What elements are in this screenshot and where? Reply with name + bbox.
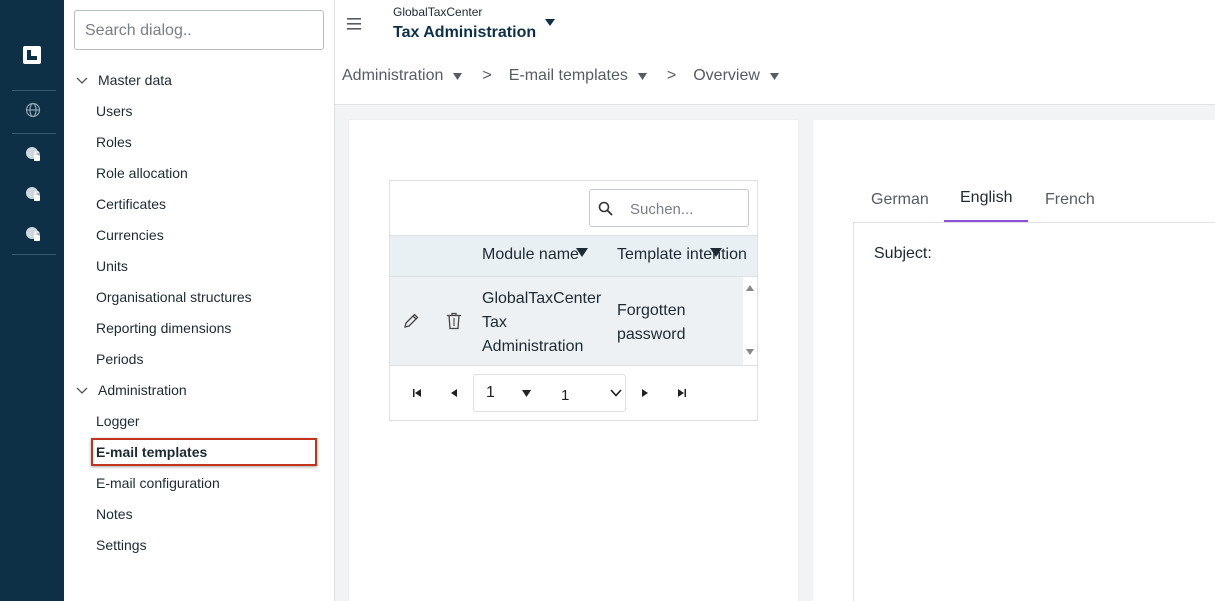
trash-icon[interactable] bbox=[446, 312, 462, 330]
top-bar: GlobalTaxCenter Tax Administration Admin… bbox=[335, 0, 1215, 105]
tree-item-users[interactable]: Users bbox=[96, 103, 133, 119]
caret-down-icon[interactable] bbox=[522, 390, 531, 397]
scroll-up-icon[interactable] bbox=[746, 285, 754, 291]
rail-divider bbox=[12, 133, 56, 134]
cell-template-intention: Forgotten password bbox=[617, 302, 686, 343]
tab-german[interactable]: German bbox=[871, 191, 929, 209]
tree-item-email-templates[interactable]: E-mail templates bbox=[96, 444, 207, 460]
chevron-down-icon bbox=[76, 77, 88, 84]
tree-item-logger[interactable]: Logger bbox=[96, 413, 140, 429]
scroll-down-icon[interactable] bbox=[746, 349, 754, 355]
tree-group-master-data[interactable]: Master data bbox=[74, 72, 172, 88]
filter-icon[interactable] bbox=[576, 248, 588, 257]
cell-module-name: GlobalTaxCenter Tax Administration bbox=[482, 290, 602, 355]
locked-globe-icon[interactable] bbox=[24, 185, 42, 203]
column-header-template-intention[interactable]: Template intention bbox=[617, 246, 747, 264]
breadcrumb-separator: > bbox=[666, 67, 677, 84]
last-page-icon[interactable] bbox=[677, 388, 687, 398]
templates-panel: Suchen... Module name Template intention… bbox=[349, 120, 798, 601]
tree-item-reporting-dimensions[interactable]: Reporting dimensions bbox=[96, 320, 231, 336]
app-rail bbox=[0, 0, 64, 601]
grid-pager: 1 1 bbox=[390, 365, 757, 420]
globe-icon[interactable] bbox=[24, 101, 42, 119]
template-editor-panel: German English French Subject: bbox=[813, 120, 1215, 601]
tree-item-units[interactable]: Units bbox=[96, 258, 128, 274]
search-icon bbox=[598, 201, 613, 216]
grid-header: Module name Template intention bbox=[390, 235, 757, 277]
caret-down-icon[interactable] bbox=[769, 72, 779, 80]
tab-english[interactable]: English bbox=[960, 189, 1012, 207]
first-page-icon[interactable] bbox=[412, 388, 422, 398]
caret-down-icon[interactable] bbox=[453, 72, 463, 80]
app-title[interactable]: Tax Administration bbox=[393, 24, 536, 42]
rail-divider bbox=[12, 254, 56, 255]
chevron-down-icon bbox=[76, 387, 88, 394]
previous-page-icon[interactable] bbox=[449, 388, 459, 398]
page-selector[interactable]: 1 1 bbox=[473, 374, 626, 412]
chevron-down-icon[interactable] bbox=[610, 389, 622, 397]
breadcrumb-separator: > bbox=[482, 67, 492, 84]
tree-item-email-configuration[interactable]: E-mail configuration bbox=[96, 475, 220, 491]
dialog-search-input[interactable]: Search dialog.. bbox=[74, 10, 324, 50]
breadcrumb-email-templates[interactable]: E-mail templates bbox=[509, 67, 628, 85]
filter-icon[interactable] bbox=[710, 248, 722, 257]
pencil-icon[interactable] bbox=[402, 312, 420, 330]
column-header-module-name[interactable]: Module name bbox=[482, 246, 579, 264]
tree-item-settings[interactable]: Settings bbox=[96, 537, 147, 553]
active-tab-indicator bbox=[944, 220, 1028, 222]
subject-label: Subject: bbox=[874, 245, 932, 262]
editor-area: Subject: bbox=[853, 223, 1215, 601]
app-logo-icon[interactable] bbox=[22, 45, 42, 65]
locked-globe-icon[interactable] bbox=[24, 225, 42, 243]
tree-group-administration[interactable]: Administration bbox=[74, 382, 187, 398]
rail-divider bbox=[12, 90, 56, 91]
tab-french[interactable]: French bbox=[1045, 191, 1095, 209]
tree-item-role-allocation[interactable]: Role allocation bbox=[96, 165, 188, 181]
tree-item-certificates[interactable]: Certificates bbox=[96, 196, 166, 212]
vertical-scrollbar[interactable] bbox=[743, 277, 757, 365]
tree-item-currencies[interactable]: Currencies bbox=[96, 227, 164, 243]
locked-globe-icon[interactable] bbox=[24, 145, 42, 163]
total-pages: 1 bbox=[561, 387, 570, 404]
navigation-tree: Search dialog.. Master data Users Roles … bbox=[64, 0, 335, 601]
tree-group-label: Administration bbox=[98, 382, 187, 398]
caret-down-icon[interactable] bbox=[545, 19, 555, 27]
breadcrumb: Administration > E-mail templates > Over… bbox=[342, 67, 799, 85]
grid-search-input[interactable]: Suchen... bbox=[589, 189, 749, 227]
tree-group-label: Master data bbox=[98, 72, 172, 88]
hamburger-menu-icon[interactable] bbox=[347, 17, 361, 31]
breadcrumb-overview[interactable]: Overview bbox=[693, 67, 760, 85]
table-row[interactable]: GlobalTaxCenter Tax Administration Forgo… bbox=[390, 277, 743, 365]
tree-item-roles[interactable]: Roles bbox=[96, 134, 132, 150]
tree-item-organisational-structures[interactable]: Organisational structures bbox=[96, 289, 252, 305]
grid-search-placeholder: Suchen... bbox=[630, 201, 694, 218]
language-tabs: German English French bbox=[853, 182, 1215, 223]
next-page-icon[interactable] bbox=[640, 388, 650, 398]
tree-item-notes[interactable]: Notes bbox=[96, 506, 133, 522]
app-subtitle: GlobalTaxCenter bbox=[393, 5, 483, 19]
tree-item-periods[interactable]: Periods bbox=[96, 351, 143, 367]
caret-down-icon[interactable] bbox=[637, 72, 647, 80]
current-page: 1 bbox=[486, 384, 495, 401]
breadcrumb-administration[interactable]: Administration bbox=[342, 67, 443, 85]
templates-grid: Suchen... Module name Template intention… bbox=[389, 180, 758, 421]
